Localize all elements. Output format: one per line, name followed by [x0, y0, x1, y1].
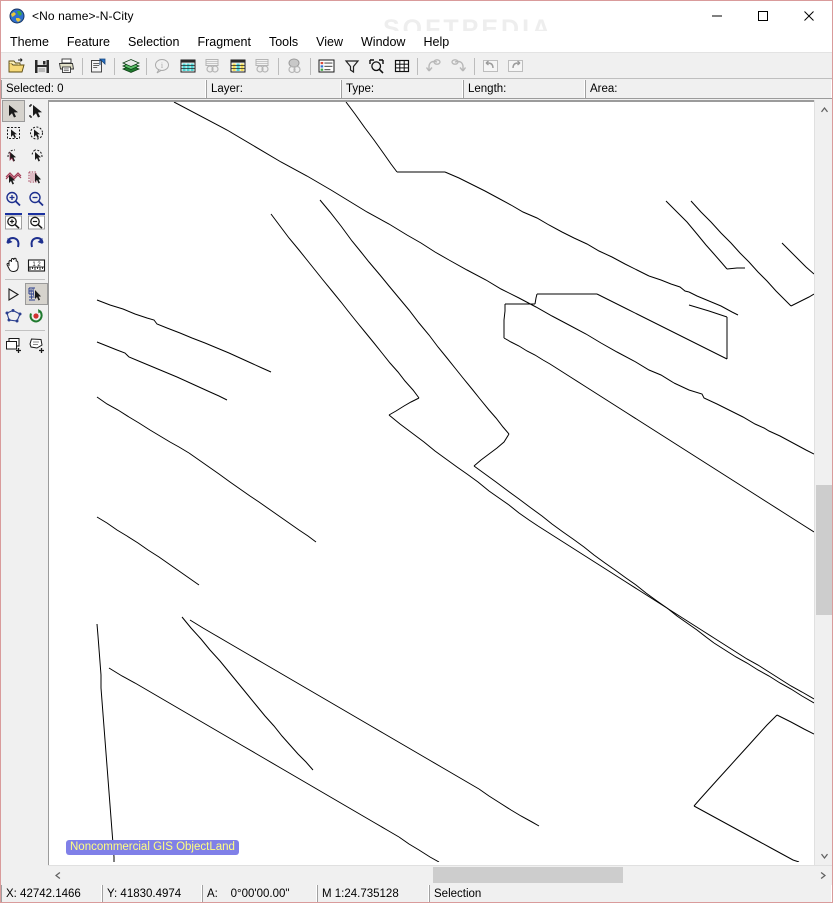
next-arrow-icon[interactable]	[446, 55, 471, 78]
menu-item-window[interactable]: Window	[352, 33, 414, 51]
vertical-scrollbar[interactable]	[814, 100, 832, 865]
map-canvas[interactable]	[49, 102, 814, 862]
menu-item-help[interactable]: Help	[414, 33, 458, 51]
window-controls	[694, 1, 832, 31]
menu-item-theme[interactable]: Theme	[1, 33, 58, 51]
info-area: Area:	[585, 80, 832, 98]
pointer-tool[interactable]	[2, 283, 25, 305]
horizontal-scroll-thumb[interactable]	[433, 867, 623, 883]
palette-divider	[5, 330, 45, 331]
info-length: Length:	[463, 80, 585, 98]
grid-icon[interactable]	[389, 55, 414, 78]
add-polygon-tool[interactable]	[2, 334, 25, 356]
linked-table-icon[interactable]	[200, 55, 225, 78]
select-rect-tool[interactable]	[2, 122, 25, 144]
rotate-left-tool[interactable]	[2, 232, 25, 254]
redo-icon[interactable]	[503, 55, 528, 78]
toolbar-separator	[114, 57, 115, 75]
toolbar-separator	[474, 57, 475, 75]
menu-item-selection[interactable]: Selection	[119, 33, 188, 51]
layers-icon[interactable]	[118, 55, 143, 78]
select-remove-tool[interactable]	[25, 166, 48, 188]
legend-icon[interactable]	[314, 55, 339, 78]
undo-icon[interactable]	[478, 55, 503, 78]
scroll-down-button[interactable]	[815, 847, 832, 865]
toolbar-separator	[278, 57, 279, 75]
print-icon[interactable]	[54, 55, 79, 78]
vertical-scroll-thumb[interactable]	[816, 485, 832, 615]
filter-icon[interactable]	[339, 55, 364, 78]
status-angle: A: 0°00'00.00"	[202, 885, 317, 902]
toolbar-separator	[417, 57, 418, 75]
zoom-out-tool[interactable]	[25, 188, 48, 210]
map-watermark-label: Noncommercial GIS ObjectLand	[66, 840, 239, 855]
theme-properties-icon[interactable]	[86, 55, 111, 78]
menu-item-view[interactable]: View	[307, 33, 352, 51]
zoom-in-step-tool[interactable]	[2, 210, 25, 232]
scroll-left-button[interactable]	[48, 866, 66, 884]
horizontal-scrollbar[interactable]	[48, 865, 832, 883]
measure-tool[interactable]: 1 2	[25, 254, 48, 276]
info-type: Type:	[341, 80, 463, 98]
prev-arrow-icon[interactable]	[421, 55, 446, 78]
pan-hand-tool[interactable]	[2, 254, 25, 276]
globe-icon	[9, 8, 25, 24]
minimize-button[interactable]	[694, 1, 740, 31]
save-icon[interactable]	[29, 55, 54, 78]
maximize-button[interactable]	[740, 1, 786, 31]
application-window: <No name>-N-City SOFTPEDIA Theme Feature…	[0, 0, 833, 903]
menu-bar: Theme Feature Selection Fragment Tools V…	[1, 31, 832, 53]
open-icon[interactable]	[4, 55, 29, 78]
node-edit-tool[interactable]	[25, 283, 48, 305]
info-selected: Selected: 0	[1, 80, 206, 98]
toolbar-separator	[146, 57, 147, 75]
status-bar: X: 42742.1466 Y: 41830.4974 A: 0°00'00.0…	[1, 885, 832, 902]
info-layer: Layer:	[206, 80, 341, 98]
select-freehand-tool[interactable]	[25, 144, 48, 166]
status-y-coordinate: Y: 41830.4974	[102, 885, 202, 902]
toolbar-separator	[310, 57, 311, 75]
select-add-tool[interactable]	[2, 166, 25, 188]
palette-divider	[5, 279, 45, 280]
table-icon[interactable]	[175, 55, 200, 78]
zoom-in-tool[interactable]	[2, 188, 25, 210]
menu-item-tools[interactable]: Tools	[260, 33, 307, 51]
select-arrow-tool[interactable]	[2, 100, 25, 122]
select-object-tool[interactable]	[25, 100, 48, 122]
linked-table2-icon[interactable]	[250, 55, 275, 78]
scroll-up-button[interactable]	[815, 100, 832, 118]
status-x-coordinate: X: 42742.1466	[1, 885, 102, 902]
select-polygon-tool[interactable]	[2, 144, 25, 166]
tool-palette: 1 2	[2, 100, 48, 883]
info-icon[interactable]: i	[150, 55, 175, 78]
table-yellow-icon[interactable]	[225, 55, 250, 78]
select-circle-tool[interactable]	[25, 122, 48, 144]
close-button[interactable]	[786, 1, 832, 31]
menu-item-feature[interactable]: Feature	[58, 33, 119, 51]
info-bar: Selected: 0 Layer: Type: Length: Area:	[1, 80, 832, 99]
add-region-tool[interactable]	[25, 334, 48, 356]
status-mode: Selection	[429, 885, 832, 902]
toolbar-separator	[82, 57, 83, 75]
object-link-icon[interactable]	[282, 55, 307, 78]
map-view[interactable]: Noncommercial GIS ObjectLand	[48, 100, 832, 883]
rotate-object-tool[interactable]	[25, 305, 48, 327]
svg-text:i: i	[161, 61, 164, 70]
window-title: <No name>-N-City	[32, 9, 134, 23]
status-scale: M 1:24.735128	[317, 885, 429, 902]
menu-item-fragment[interactable]: Fragment	[188, 33, 260, 51]
zoom-out-step-tool[interactable]	[25, 210, 48, 232]
scroll-right-button[interactable]	[814, 866, 832, 884]
title-bar: <No name>-N-City SOFTPEDIA	[1, 1, 832, 43]
rotate-right-tool[interactable]	[25, 232, 48, 254]
main-toolbar: i	[1, 54, 832, 79]
query-zoom-icon[interactable]	[364, 55, 389, 78]
transform-tool[interactable]	[2, 305, 25, 327]
